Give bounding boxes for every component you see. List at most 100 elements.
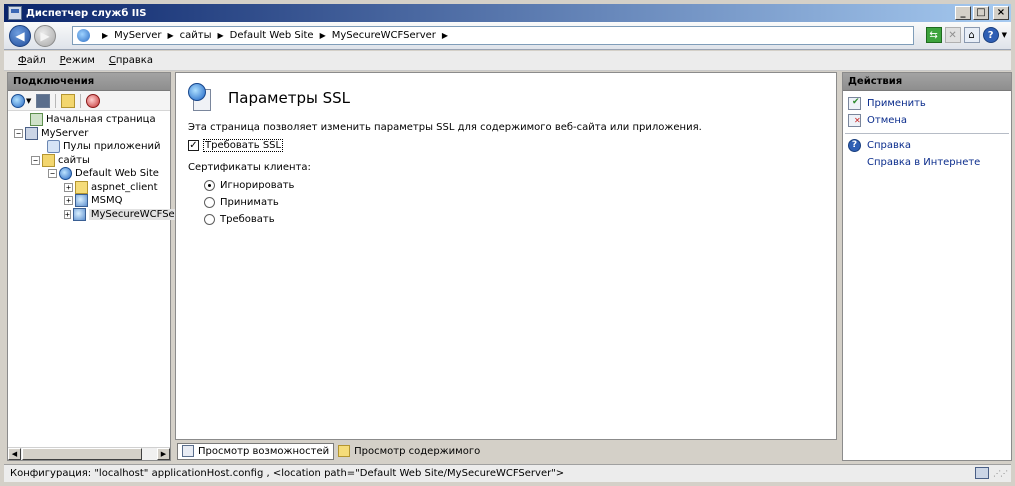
stop-icon[interactable]: ✕ <box>944 27 961 43</box>
cancel-icon <box>848 114 861 127</box>
horizontal-scrollbar[interactable]: ◀ ▶ <box>8 447 170 460</box>
up-folder-icon[interactable] <box>61 93 76 108</box>
radio-ignore-button[interactable] <box>204 180 215 191</box>
breadcrumb-separator-icon: ▶ <box>167 31 174 40</box>
radio-require-button[interactable] <box>204 214 215 225</box>
radio-ignore-label[interactable]: Игнорировать <box>220 180 294 191</box>
ssl-settings-icon <box>188 83 214 113</box>
address-bar[interactable]: ▶ MyServer ▶ сайты ▶ Default Web Site ▶ … <box>72 26 914 45</box>
actions-divider <box>845 133 1009 134</box>
apply-icon <box>848 97 861 110</box>
breadcrumb-default-web-site[interactable]: Default Web Site <box>230 30 314 41</box>
cancel-action[interactable]: Отмена <box>843 112 1011 129</box>
website-globe-icon <box>59 167 72 181</box>
page-title: Параметры SSL <box>228 89 350 107</box>
expand-icon[interactable]: + <box>64 182 73 192</box>
tab-features-view[interactable]: Просмотр возможностей <box>177 442 335 460</box>
toolbar-divider <box>80 93 82 108</box>
tree-node-label: MyServer <box>41 127 89 139</box>
connections-toolbar: ▼ <box>8 91 170 111</box>
nav-toolbar: ⇆ ✕ ⌂ ? ▼ <box>925 27 1007 43</box>
folder-icon <box>75 180 88 194</box>
breadcrumb-sites[interactable]: сайты <box>180 30 212 41</box>
resize-grip-icon[interactable]: ⋰⋰ <box>993 469 1008 478</box>
home-icon[interactable]: ⌂ <box>963 27 980 43</box>
radio-accept-label[interactable]: Принимать <box>220 197 279 208</box>
scroll-thumb[interactable] <box>22 448 142 460</box>
tree-node-msmq[interactable]: + MSMQ <box>8 194 170 208</box>
tree-node-label: Пулы приложений <box>63 141 161 153</box>
require-ssl-row[interactable]: ✓ Требовать SSL <box>188 139 284 152</box>
collapse-icon[interactable]: − <box>31 155 40 165</box>
forward-arrow-icon: ▶ <box>40 29 50 43</box>
application-icon <box>75 194 88 208</box>
tree-node-label: сайты <box>58 154 90 166</box>
tree-node-default-web-site[interactable]: − Default Web Site <box>8 167 170 181</box>
tree-node-sites[interactable]: − сайты <box>8 153 170 168</box>
save-icon[interactable] <box>36 93 51 108</box>
view-tabs: Просмотр возможностей Просмотр содержимо… <box>177 442 484 460</box>
minimize-button[interactable]: _ <box>955 6 971 20</box>
collapse-icon[interactable]: − <box>48 169 57 179</box>
back-button[interactable]: ◀ <box>9 25 31 47</box>
require-ssl-checkbox[interactable]: ✓ <box>188 140 199 151</box>
breadcrumb-myserver[interactable]: MyServer <box>114 30 161 41</box>
menu-file[interactable]: Файл <box>18 55 46 66</box>
scroll-left-icon[interactable]: ◀ <box>8 448 21 460</box>
app-pool-icon <box>47 140 60 154</box>
apply-action[interactable]: Применить <box>843 95 1011 112</box>
help-icon[interactable]: ? <box>982 27 999 43</box>
actions-panel: Действия Применить Отмена ? Справка Спра… <box>842 72 1012 461</box>
expand-icon[interactable]: + <box>64 196 73 206</box>
collapse-icon[interactable]: − <box>14 128 23 138</box>
window-controls: _ □ × <box>955 6 1009 20</box>
menu-view[interactable]: Режим <box>60 55 95 66</box>
close-button[interactable]: × <box>993 6 1009 20</box>
tree-node-aspnet-client[interactable]: + aspnet_client <box>8 180 170 195</box>
tree-node-myserver[interactable]: − MyServer <box>8 126 170 141</box>
content-view-icon <box>338 445 351 457</box>
radio-accept[interactable]: Принимать <box>204 197 279 208</box>
help-dropdown-chevron-icon[interactable]: ▼ <box>1002 31 1007 39</box>
features-view-icon <box>182 445 194 457</box>
create-connection-icon[interactable] <box>11 93 25 108</box>
delete-connection-icon[interactable] <box>86 93 101 108</box>
scroll-right-icon[interactable]: ▶ <box>157 448 170 460</box>
toolbar-divider <box>55 93 57 108</box>
status-right: ⋰⋰ <box>975 467 1008 479</box>
status-text: Конфигурация: "localhost" applicationHos… <box>10 468 565 479</box>
tree-node-app-pools[interactable]: Пулы приложений <box>8 140 170 154</box>
forward-button[interactable]: ▶ <box>34 25 56 47</box>
window-title: Диспетчер служб IIS <box>26 7 147 19</box>
go-icon[interactable]: ⇆ <box>925 27 942 43</box>
online-help-action[interactable]: Справка в Интернете <box>843 154 1011 171</box>
expand-icon[interactable]: + <box>64 209 71 219</box>
breadcrumb-separator-icon[interactable]: ▶ <box>442 31 448 40</box>
tree-node-mysecurewcfserver[interactable]: + MySecureWCFServ <box>8 207 187 222</box>
tree-node-start-page[interactable]: Начальная страница <box>8 113 170 127</box>
breadcrumb-separator-icon: ▶ <box>217 31 224 40</box>
breadcrumb-separator-icon: ▶ <box>102 31 109 40</box>
radio-accept-button[interactable] <box>204 197 215 208</box>
help-action[interactable]: ? Справка <box>843 137 1011 154</box>
radio-ignore[interactable]: Игнорировать <box>204 180 294 191</box>
require-ssl-label[interactable]: Требовать SSL <box>203 139 284 152</box>
breadcrumb-separator-icon: ▶ <box>319 31 326 40</box>
tree-node-label: aspnet_client <box>91 181 158 193</box>
client-certificates-label: Сертификаты клиента: <box>188 162 311 173</box>
maximize-button[interactable]: □ <box>973 6 989 20</box>
application-icon <box>72 207 86 221</box>
menu-help[interactable]: Справка <box>109 55 153 66</box>
tree-node-label: MSMQ <box>91 195 123 207</box>
radio-require[interactable]: Требовать <box>204 214 275 225</box>
connection-dropdown-chevron-icon[interactable]: ▼ <box>26 97 31 105</box>
tree-node-label: MySecureWCFServ <box>88 208 187 220</box>
feature-description: Эта страница позволяет изменить параметр… <box>188 122 702 133</box>
server-icon <box>25 126 38 140</box>
radio-require-label[interactable]: Требовать <box>220 214 275 225</box>
breadcrumb-mysecurewcfserver[interactable]: MySecureWCFServer <box>332 30 436 41</box>
iis-app-icon <box>8 6 22 20</box>
tab-content-view[interactable]: Просмотр содержимого <box>334 443 484 460</box>
tree-node-label: Default Web Site <box>75 168 159 180</box>
back-arrow-icon: ◀ <box>15 29 25 43</box>
